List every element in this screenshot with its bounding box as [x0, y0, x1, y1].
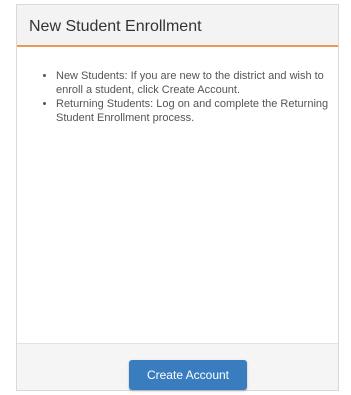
returning-students-info: Returning Students: Log on and complete … — [56, 97, 332, 125]
enrollment-info-list: New Students: If you are new to the dist… — [36, 69, 332, 125]
create-account-button[interactable]: Create Account — [129, 360, 247, 390]
panel-header: New Student Enrollment — [17, 5, 338, 47]
new-student-enrollment-panel: New Student Enrollment New Students: If … — [16, 4, 339, 391]
panel-body: New Students: If you are new to the dist… — [17, 47, 338, 343]
panel-footer: Create Account — [17, 343, 338, 390]
panel-title: New Student Enrollment — [29, 18, 202, 35]
new-students-info: New Students: If you are new to the dist… — [56, 69, 332, 97]
